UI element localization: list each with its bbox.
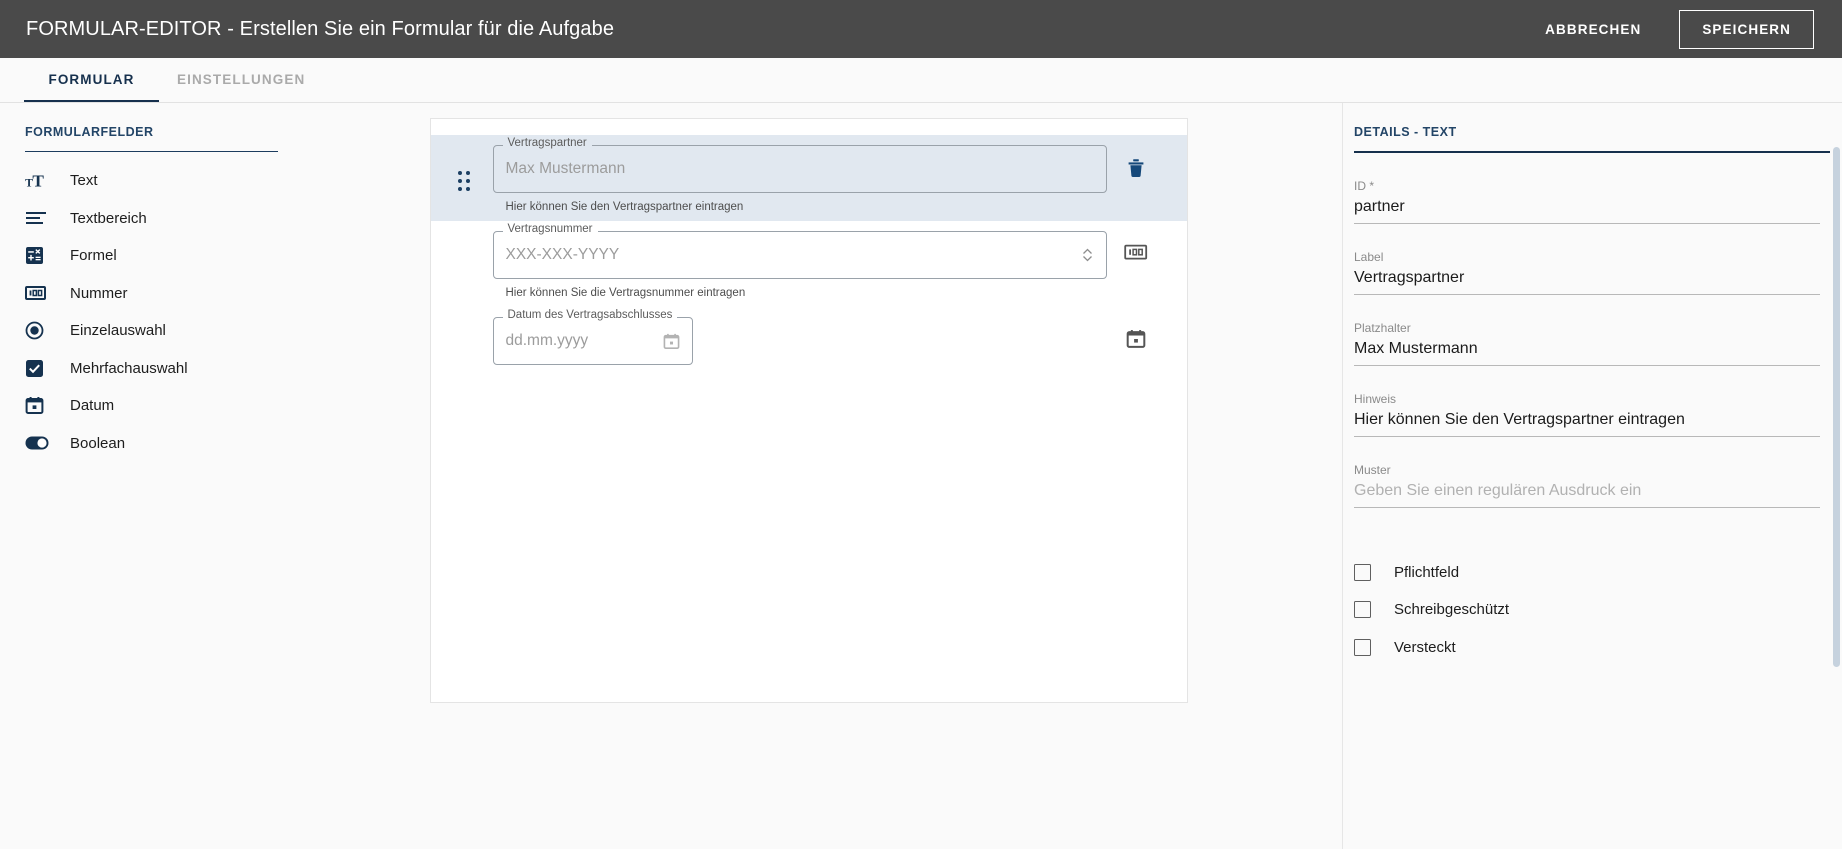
trash-icon[interactable]	[1126, 157, 1146, 179]
field-action[interactable]	[1107, 157, 1165, 179]
text-input[interactable]: Vertragspartner Max Mustermann	[492, 137, 1107, 193]
field-hint: Hier können Sie die Vertragsnummer eintr…	[505, 287, 746, 299]
calendar-picker-icon[interactable]	[663, 333, 680, 350]
sidebar-item-label: Boolean	[70, 434, 126, 452]
sidebar-item-text[interactable]: T T Text	[25, 162, 295, 200]
checkbox-versteckt[interactable]: Versteckt	[1354, 629, 1820, 667]
field-placeholder: dd.mm.yyyy	[505, 332, 589, 349]
form-canvas[interactable]: Vertragspartner Max Mustermann Hier könn…	[429, 118, 1188, 703]
field-placeholder: Max Mustermann	[505, 160, 626, 177]
sidebar-divider	[25, 151, 278, 152]
form-canvas-area: Vertragspartner Max Mustermann Hier könn…	[295, 103, 1342, 849]
cancel-button[interactable]: ABBRECHEN	[1529, 12, 1657, 47]
details-scroll-content: ID * partner Label Vertragspartner Platz…	[1343, 153, 1842, 843]
detail-label: Hinweis	[1354, 391, 1397, 406]
hint-field[interactable]: Hier können Sie den Vertragspartner eint…	[1354, 411, 1820, 437]
sidebar-item-label: Mehrfachauswahl	[70, 359, 188, 377]
sidebar-item-label: Einzelauswahl	[70, 322, 166, 340]
text-lines-icon	[25, 210, 59, 226]
form-field-row[interactable]: Vertragspartner Max Mustermann Hier könn…	[430, 135, 1187, 221]
checkbox-unchecked-icon[interactable]	[1354, 601, 1371, 619]
number-stepper[interactable]	[1081, 246, 1094, 264]
calendar-icon	[25, 396, 59, 415]
detail-field-id: ID * partner	[1354, 153, 1820, 224]
details-scrollbar[interactable]	[1833, 147, 1840, 827]
radio-button-icon	[25, 321, 59, 340]
page-title: FORMULAR-EDITOR - Erstellen Sie ein Form…	[26, 17, 615, 40]
sidebar-item-mehrfachauswahl[interactable]: Mehrfachauswahl	[25, 350, 295, 388]
form-field-body: Vertragspartner Max Mustermann Hier könn…	[475, 137, 1107, 213]
sidebar-item-label: Nummer	[70, 284, 128, 302]
text-format-icon: T T	[25, 171, 59, 191]
tab-bar: FORMULAR EINSTELLUNGEN	[0, 58, 1842, 103]
form-field-body: Datum des Vertragsabschlusses dd.mm.yyyy	[475, 309, 1107, 365]
sidebar-item-datum[interactable]: Datum	[25, 387, 295, 425]
id-field[interactable]: partner	[1354, 198, 1820, 224]
sidebar-item-label: Text	[70, 172, 98, 190]
sidebar-item-textbereich[interactable]: Textbereich	[25, 200, 295, 238]
field-label: Datum des Vertragsabschlusses	[502, 309, 678, 322]
number-100-icon[interactable]	[1123, 243, 1148, 261]
pattern-field[interactable]: Geben Sie einen regulären Ausdruck ein	[1354, 482, 1820, 508]
field-placeholder: XXX-XXX-YYYY	[505, 246, 620, 263]
calendar-icon[interactable]	[1126, 329, 1146, 349]
save-button[interactable]: SPEICHERN	[1679, 9, 1814, 49]
checkbox-label: Pflichtfeld	[1394, 563, 1460, 581]
form-field-body: Vertragsnummer XXX-XXX-YYYY Hier können …	[475, 223, 1107, 299]
svg-text:T: T	[32, 171, 44, 190]
number-100-icon	[25, 285, 59, 301]
checkbox-label: Versteckt	[1394, 638, 1456, 656]
field-label: Vertragsnummer	[502, 223, 598, 236]
calculator-icon	[25, 246, 59, 265]
label-field[interactable]: Vertragspartner	[1354, 269, 1820, 295]
sidebar-item-label: Textbereich	[70, 209, 147, 227]
detail-field-label: Label Vertragspartner	[1354, 224, 1820, 295]
form-fields-sidebar: FORMULARFELDER T T Text Textbereich Form…	[0, 103, 295, 849]
detail-label: ID *	[1354, 178, 1375, 193]
tab-formular[interactable]: FORMULAR	[24, 58, 159, 102]
sidebar-item-formel[interactable]: Formel	[25, 237, 295, 275]
checkbox-label: Schreibgeschützt	[1394, 601, 1510, 619]
drag-handle-icon[interactable]	[453, 171, 475, 191]
editor-body: FORMULARFELDER T T Text Textbereich Form…	[0, 103, 1842, 849]
form-field-row[interactable]: Datum des Vertragsabschlusses dd.mm.yyyy	[431, 307, 1187, 373]
detail-field-muster: Muster Geben Sie einen regulären Ausdruc…	[1354, 437, 1820, 508]
detail-label: Label	[1354, 249, 1384, 264]
field-label: Vertragspartner	[502, 137, 592, 150]
field-action[interactable]	[1107, 329, 1165, 349]
checkbox-unchecked-icon[interactable]	[1354, 638, 1371, 656]
number-input[interactable]: Vertragsnummer XXX-XXX-YYYY	[492, 223, 1107, 279]
sidebar-item-nummer[interactable]: Nummer	[25, 275, 295, 313]
top-app-bar: FORMULAR-EDITOR - Erstellen Sie ein Form…	[0, 0, 1842, 58]
details-panel: DETAILS - TEXT ID * partner Label Vertra…	[1342, 103, 1842, 849]
toggle-switch-icon	[25, 436, 59, 450]
sidebar-title: FORMULARFELDER	[25, 125, 154, 139]
checkbox-pflichtfeld[interactable]: Pflichtfeld	[1354, 554, 1820, 592]
checkbox-unchecked-icon[interactable]	[1354, 563, 1371, 581]
form-field-row[interactable]: Vertragsnummer XXX-XXX-YYYY Hier können …	[431, 221, 1187, 307]
sidebar-item-label: Datum	[70, 397, 115, 415]
sidebar-item-boolean[interactable]: Boolean	[25, 425, 295, 463]
details-title: DETAILS - TEXT	[1354, 125, 1457, 139]
scrollbar-thumb[interactable]	[1833, 147, 1840, 667]
checkbox-checked-icon	[25, 359, 59, 378]
sidebar-item-einzelauswahl[interactable]: Einzelauswahl	[25, 312, 295, 350]
detail-label: Platzhalter	[1354, 320, 1411, 335]
tab-einstellungen[interactable]: EINSTELLUNGEN	[159, 58, 323, 102]
field-action[interactable]	[1107, 243, 1165, 261]
detail-field-platzhalter: Platzhalter Max Mustermann	[1354, 295, 1820, 366]
placeholder-field[interactable]: Max Mustermann	[1354, 340, 1820, 366]
detail-checkbox-group: Pflichtfeld Schreibgeschützt Versteckt	[1354, 508, 1820, 667]
field-hint: Hier können Sie den Vertragspartner eint…	[505, 201, 744, 213]
sidebar-item-label: Formel	[70, 247, 117, 265]
date-input[interactable]: Datum des Vertragsabschlusses dd.mm.yyyy	[492, 309, 693, 365]
checkbox-schreibgeschuetzt[interactable]: Schreibgeschützt	[1354, 591, 1820, 629]
detail-field-hinweis: Hinweis Hier können Sie den Vertragspart…	[1354, 366, 1820, 437]
detail-label: Muster	[1354, 462, 1391, 477]
